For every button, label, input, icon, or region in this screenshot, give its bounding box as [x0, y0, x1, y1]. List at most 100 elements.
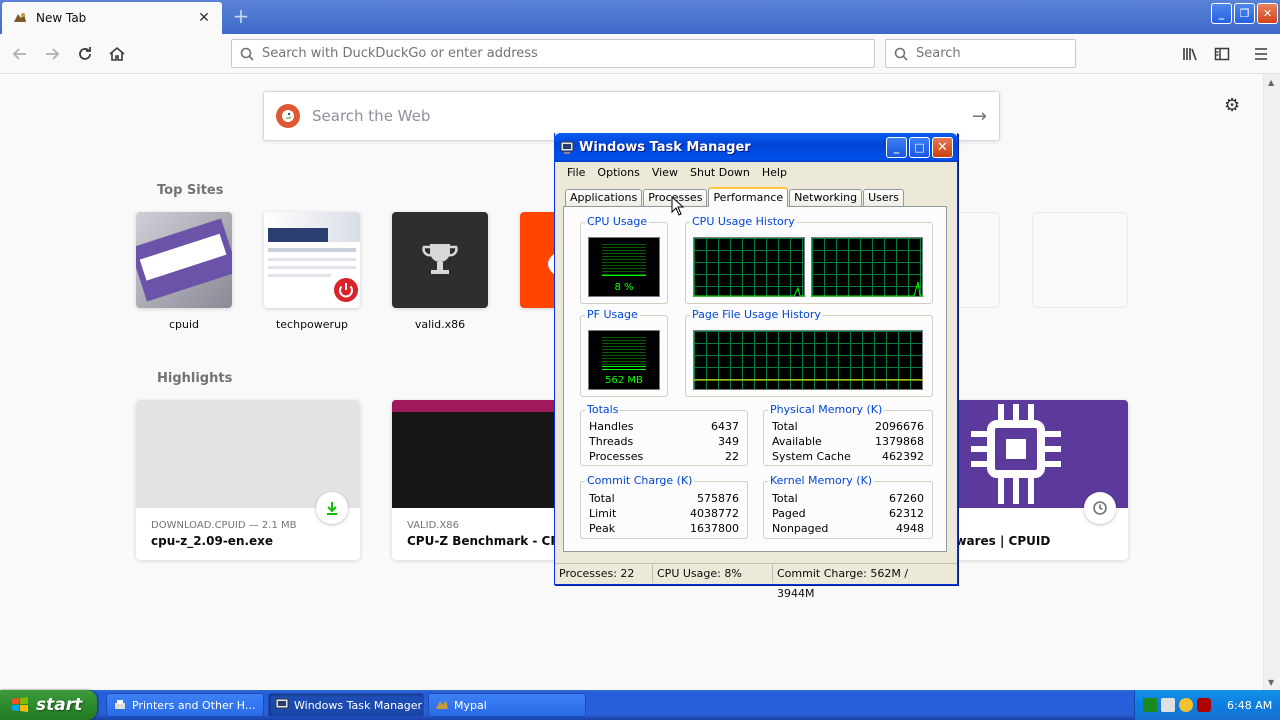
task-manager-tabs: Applications Processes Performance Netwo… [565, 187, 905, 207]
tab-users[interactable]: Users [863, 189, 904, 207]
menu-button[interactable] [1247, 40, 1275, 68]
commit-charge-caption: Commit Charge (K) [585, 474, 695, 487]
library-button[interactable] [1176, 40, 1204, 68]
stat-row: Handles 6437 [589, 419, 739, 434]
totals-group: Totals Handles 6437 Threads 349 Processes 2… [580, 403, 748, 466]
sidebar-toggle-button[interactable] [1208, 40, 1236, 68]
stat-value: 2096676 [875, 420, 924, 433]
tab-applications[interactable]: Applications [565, 189, 643, 207]
close-window-button[interactable]: ✕ [1257, 3, 1278, 24]
browser-tab[interactable]: New Tab ✕ [2, 2, 222, 34]
status-cpu-usage: CPU Usage: 8% [653, 564, 773, 583]
duckduckgo-logo-icon [276, 104, 300, 128]
back-button[interactable] [6, 40, 34, 68]
security-tray-icon[interactable] [1179, 698, 1193, 712]
stat-row: Paged 62312 [772, 506, 924, 521]
search-icon [240, 47, 254, 61]
search-bar[interactable]: Search [885, 39, 1076, 68]
scroll-down-icon[interactable]: ▼ [1268, 678, 1274, 687]
start-label: start [36, 695, 83, 715]
tab-networking[interactable]: Networking [789, 189, 863, 207]
arrow-left-icon [12, 48, 26, 60]
taskbar-item-task-manager[interactable]: Windows Task Manager [268, 693, 424, 717]
highlight-card-download[interactable]: DOWNLOAD.CPUID — 2.1 MB cpu-z_2.09-en.ex… [136, 400, 360, 560]
stat-value: 1379868 [875, 435, 924, 448]
close-tab-icon[interactable]: ✕ [196, 10, 212, 26]
url-bar[interactable]: Search with DuckDuckGo or enter address [231, 39, 875, 68]
top-site-label: valid.x86 [414, 318, 466, 331]
maximize-button[interactable]: □ [909, 137, 930, 158]
pf-usage-value: 562 MB [605, 375, 643, 386]
cpu-usage-caption: CPU Usage [585, 215, 650, 228]
home-button[interactable] [103, 40, 131, 68]
scroll-up-icon[interactable]: ▲ [1268, 78, 1274, 87]
cpu-usage-meter: 8 % [588, 237, 660, 297]
minimize-button[interactable]: _ [886, 137, 907, 158]
forward-button[interactable] [38, 40, 66, 68]
kernel-memory-group: Kernel Memory (K) Total 67260 Paged 62312 … [763, 474, 933, 539]
shield-tray-icon[interactable] [1197, 698, 1211, 712]
search-icon [894, 47, 908, 61]
system-tray: 6:48 AM [1134, 690, 1280, 720]
new-tab-button[interactable]: + [230, 6, 252, 28]
cpu-usage-value: 8 % [614, 282, 634, 293]
stat-label: Total [772, 420, 798, 433]
stat-row: Peak 1637800 [589, 521, 739, 536]
trophy-icon [422, 244, 458, 274]
page-scrollbar[interactable]: ▲ ▼ [1263, 74, 1280, 691]
pf-usage-group: PF Usage 562 MB [580, 308, 668, 397]
task-manager-icon [560, 141, 574, 154]
task-manager-menubar: File Options View Shut Down Help [555, 162, 957, 182]
top-site-valid-x86[interactable]: valid.x86 [392, 212, 488, 331]
highlight-context: DOWNLOAD.CPUID — 2.1 MB [151, 520, 297, 531]
menu-view[interactable]: View [646, 166, 684, 179]
physical-memory-group: Physical Memory (K) Total 2096676 Availab… [763, 403, 933, 466]
browser-window-controls: _ ❐ ✕ [1211, 3, 1278, 24]
menu-options[interactable]: Options [591, 166, 645, 179]
top-site-techpowerup[interactable]: techpowerup [264, 212, 360, 331]
stat-value: 4948 [896, 522, 924, 535]
task-manager-window: Windows Task Manager _ □ ✕ File Options … [554, 133, 958, 600]
browser-tab-title: New Tab [36, 11, 87, 25]
restore-button[interactable]: ❐ [1234, 3, 1255, 24]
gear-icon[interactable]: ⚙ [1224, 95, 1240, 116]
stat-label: System Cache [772, 450, 851, 463]
tab-performance[interactable]: Performance [708, 187, 789, 207]
menu-shut-down[interactable]: Shut Down [684, 166, 756, 179]
stat-label: Total [772, 492, 798, 505]
cpuid-thumbnail [136, 212, 232, 308]
task-manager-title: Windows Task Manager [579, 140, 751, 155]
status-commit-charge: Commit Charge: 562M / 3944M [777, 567, 909, 600]
top-site-cpuid[interactable]: cpuid [136, 212, 232, 331]
download-icon [316, 492, 348, 524]
stat-label: Peak [589, 522, 616, 535]
arrow-right-icon[interactable]: → [972, 106, 987, 127]
search-bar-placeholder: Search [916, 46, 961, 61]
cpu-usage-group: CPU Usage 8 % [580, 215, 668, 304]
stat-label: Limit [589, 507, 617, 520]
stat-label: Total [589, 492, 615, 505]
mouse-cursor-icon [671, 196, 685, 216]
taskbar-item-mypal[interactable]: Mypal [428, 693, 586, 717]
taskbar-item-printers[interactable]: Printers and Other H... [106, 693, 264, 717]
commit-charge-group: Commit Charge (K) Total 575876 Limit 40387… [580, 474, 748, 539]
reload-icon [79, 47, 91, 60]
close-button[interactable]: ✕ [932, 137, 953, 158]
start-button[interactable]: start [0, 690, 97, 720]
stat-row: Processes 22 [589, 449, 739, 464]
top-site-label: cpuid [168, 318, 200, 331]
pf-history-group: Page File Usage History [685, 308, 933, 397]
minimize-button[interactable]: _ [1211, 3, 1232, 24]
reload-button[interactable] [71, 40, 99, 68]
menu-help[interactable]: Help [756, 166, 793, 179]
task-manager-tray-icon[interactable] [1143, 698, 1157, 712]
cpu-history-graph-core1 [811, 237, 924, 297]
task-manager-titlebar[interactable]: Windows Task Manager _ □ ✕ [554, 133, 958, 162]
mypal-icon [436, 700, 448, 709]
stat-row: Total 575876 [589, 491, 739, 506]
pf-usage-meter: 562 MB [588, 330, 660, 390]
menu-file[interactable]: File [561, 166, 591, 179]
network-tray-icon[interactable] [1161, 698, 1175, 712]
arrow-right-icon [46, 48, 60, 60]
sidebar-icon [1214, 47, 1230, 61]
